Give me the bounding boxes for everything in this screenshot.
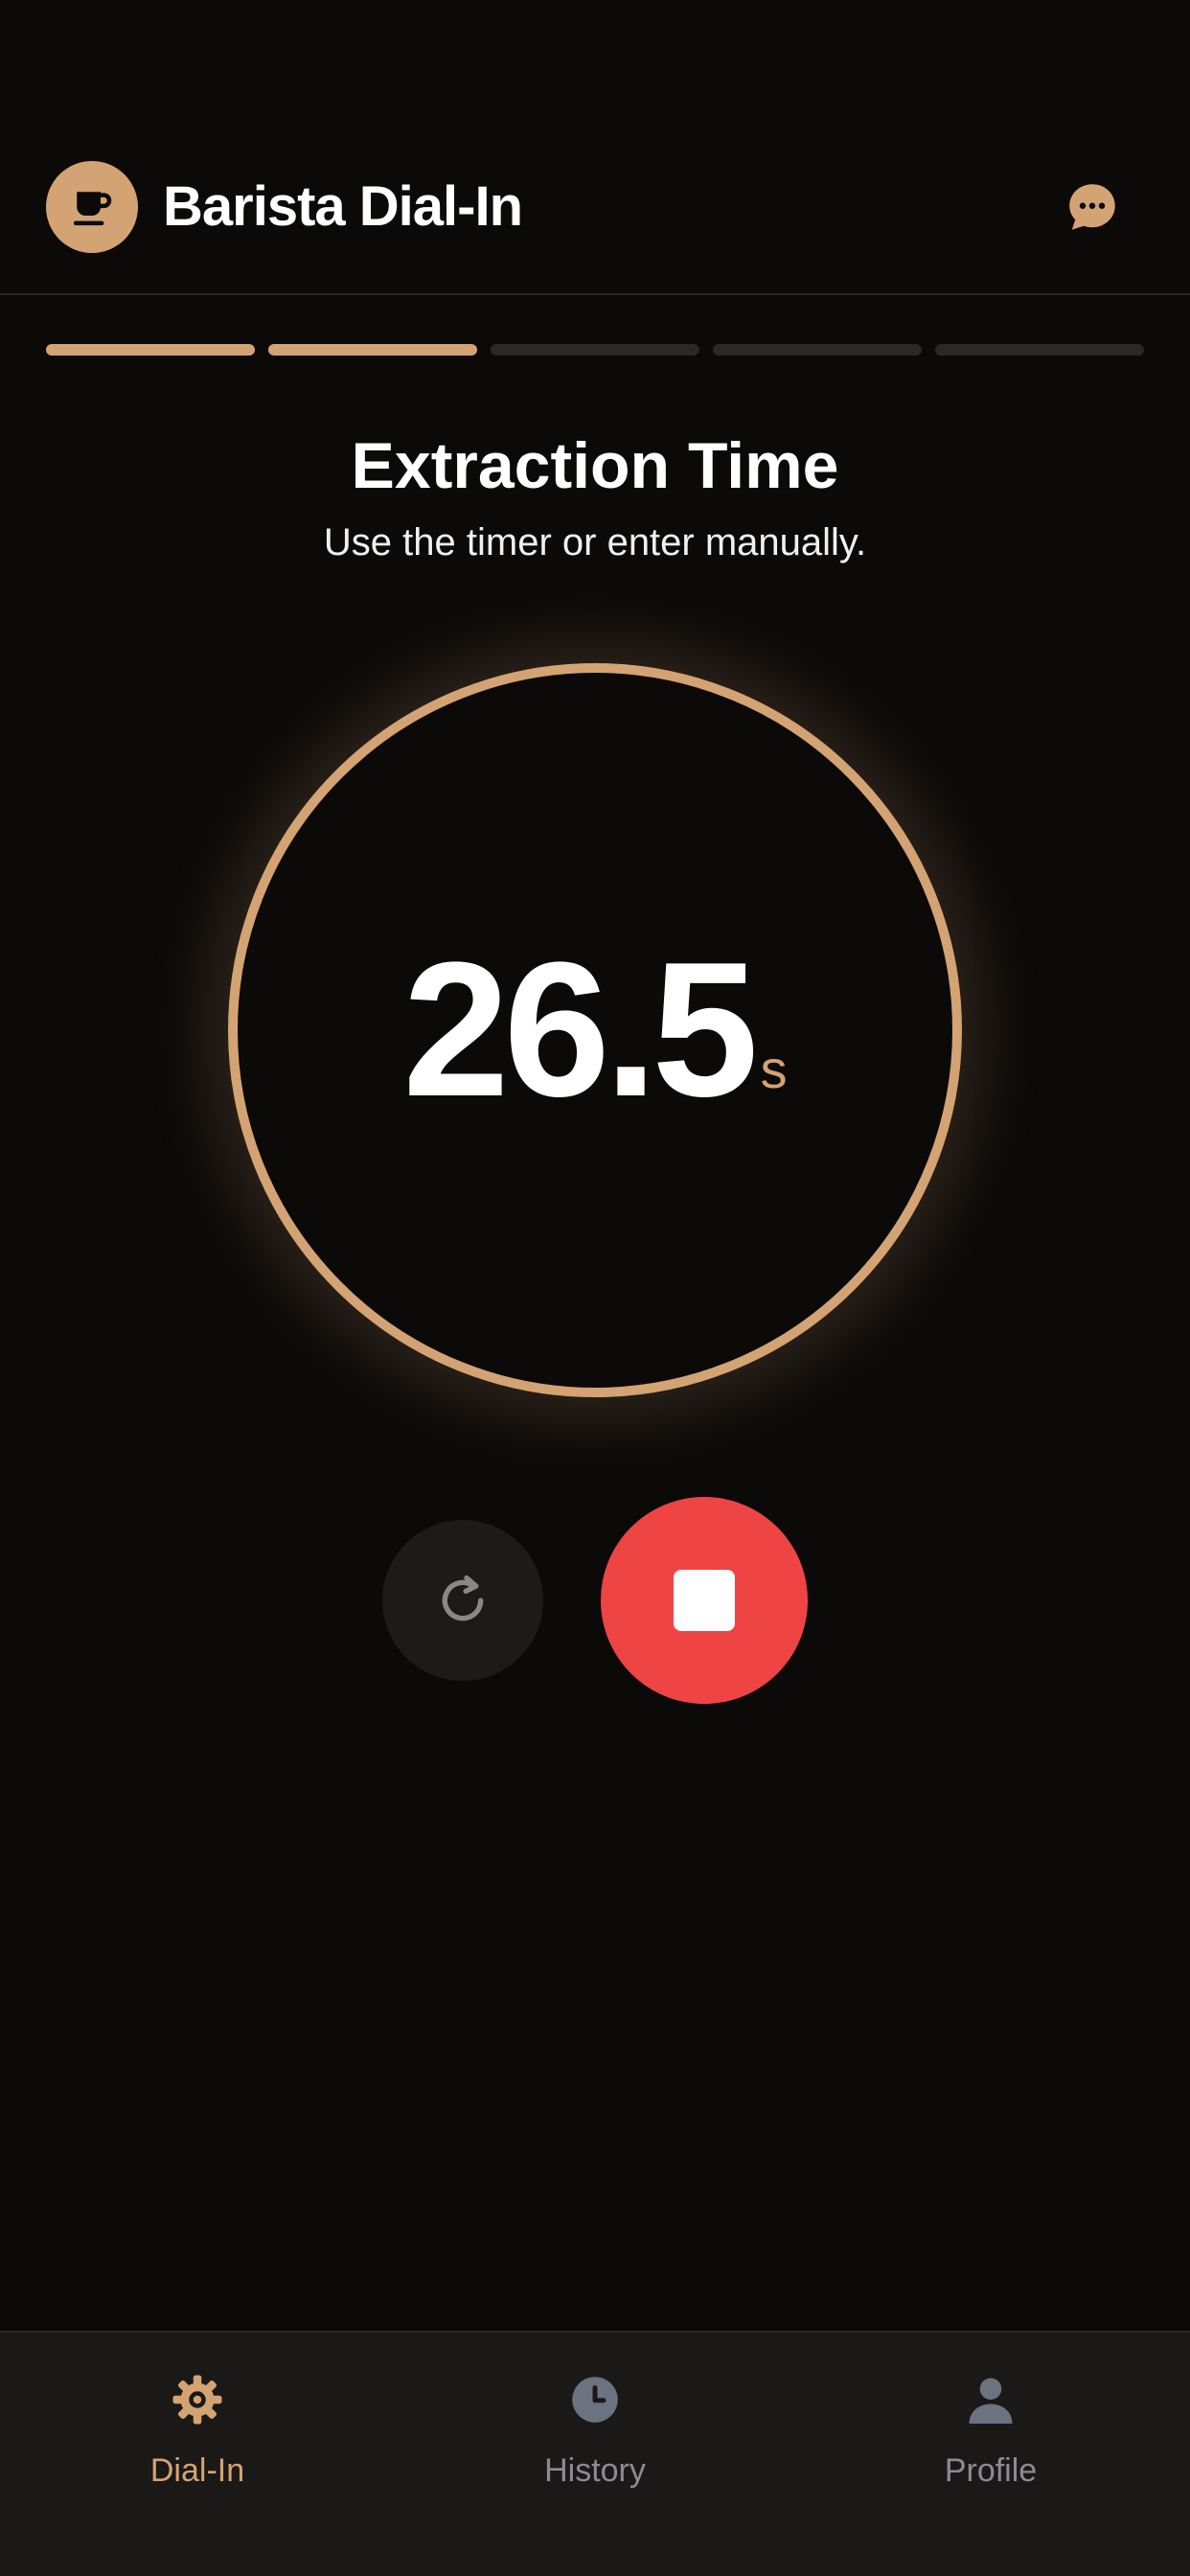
- tab-dial-in[interactable]: Dial-In: [54, 2369, 341, 2513]
- timer-readout: 26.5 s: [228, 663, 962, 1397]
- app-title: Barista Dial-In: [163, 175, 523, 238]
- app-logo: [46, 161, 138, 253]
- person-icon: [960, 2369, 1021, 2430]
- progress-segment: [713, 344, 922, 356]
- chat-bubble-icon: [1069, 184, 1115, 230]
- progress-segment: [46, 344, 255, 356]
- clock-icon: [564, 2369, 626, 2430]
- app-header: Barista Dial-In: [0, 0, 1190, 295]
- tab-label-profile: Profile: [944, 2452, 1038, 2489]
- stop-icon: [674, 1570, 735, 1631]
- progress-segment: [491, 344, 699, 356]
- reset-icon: [442, 1575, 484, 1622]
- tab-history[interactable]: History: [451, 2369, 739, 2513]
- progress-segment: [935, 344, 1144, 356]
- tab-bar: Dial-In History Profile: [0, 2331, 1190, 2576]
- stop-button[interactable]: [601, 1497, 808, 1704]
- step-subtitle: Use the timer or enter manually.: [323, 521, 867, 564]
- tab-label-dial-in: Dial-In: [149, 2452, 245, 2489]
- chat-button[interactable]: [1062, 176, 1123, 238]
- tab-label-history: History: [544, 2452, 646, 2489]
- tab-profile[interactable]: Profile: [847, 2369, 1134, 2513]
- timer-value: 26.5: [402, 923, 758, 1137]
- coffee-cup-icon: [73, 192, 112, 226]
- timer-unit: s: [760, 1038, 788, 1099]
- reset-button[interactable]: [382, 1520, 543, 1681]
- progress-segment: [268, 344, 477, 356]
- step-title: Extraction Time: [351, 429, 839, 502]
- step-progress: [46, 344, 1144, 356]
- gear-icon: [167, 2369, 228, 2430]
